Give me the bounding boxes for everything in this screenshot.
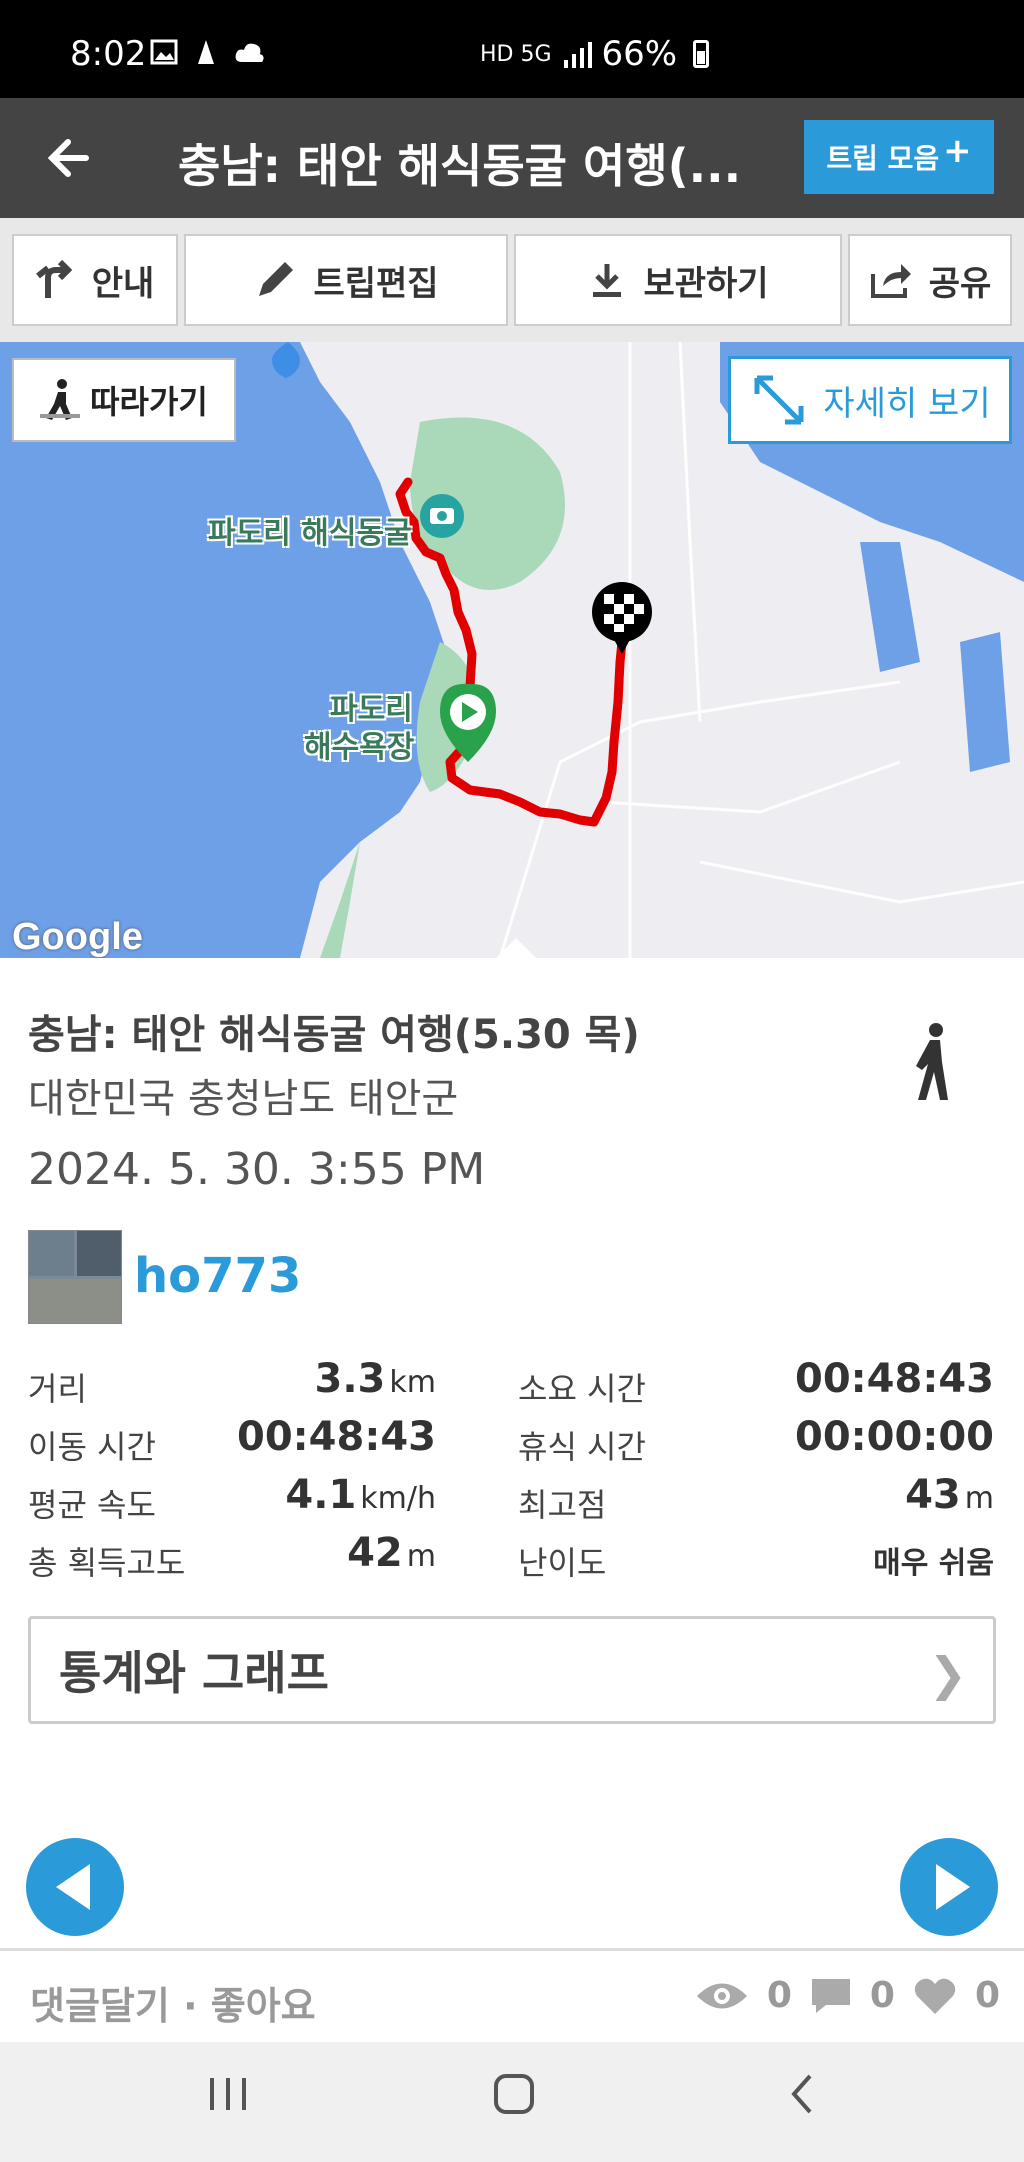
- battery-icon: [693, 40, 710, 68]
- camera-poi: [420, 494, 464, 538]
- walking-icon: [916, 1023, 948, 1100]
- cloud-icon: [235, 43, 264, 62]
- heart-icon: [914, 1978, 956, 2014]
- signal-icon: [563, 42, 592, 68]
- view-detail-label: 자세히 보기: [823, 383, 991, 424]
- stats-graph-button[interactable]: 통계와 그래프 ❯: [28, 1616, 996, 1724]
- follow-button[interactable]: 따라가기: [12, 358, 236, 442]
- social-counts: 0 0 0: [695, 1975, 1000, 2016]
- network-indicator: HD 5G: [480, 41, 552, 67]
- stats-table: 거리 3.3 km 소요 시간 00:48:43 이동 시간 00:48:43 휴…: [28, 1356, 996, 1588]
- likes-count: 0: [974, 1975, 1000, 2016]
- pencil-icon: [259, 262, 294, 296]
- google-attribution: Google: [12, 916, 143, 958]
- stats-row: 거리 3.3 km 소요 시간 00:48:43: [28, 1356, 996, 1414]
- duration-label: 소요 시간: [518, 1370, 646, 1408]
- stats-graph-label: 통계와 그래프: [59, 1646, 329, 1700]
- expand-icon: [754, 375, 804, 425]
- plus-icon: +: [943, 131, 972, 171]
- recent-apps-icon[interactable]: [206, 2072, 250, 2116]
- max-altitude-label: 최고점: [518, 1486, 607, 1524]
- app-header: 충남: 태안 해식동굴 여행(... 트립 모음 +: [0, 98, 1024, 218]
- status-bar: 8:02 HD 5G 66%: [0, 0, 1024, 98]
- avg-speed-value: 4.1 km/h: [285, 1472, 436, 1518]
- distance-value: 3.3 km: [314, 1356, 436, 1402]
- max-altitude-value: 43 m: [905, 1472, 994, 1518]
- map-pointer: [496, 938, 536, 958]
- gallery-icon: [150, 39, 178, 65]
- trip-datetime: 2024. 5. 30. 3:55 PM: [28, 1144, 486, 1195]
- elevation-gain-value: 42 m: [347, 1530, 436, 1576]
- next-trip-button[interactable]: [900, 1838, 998, 1936]
- comment-icon: [811, 1978, 850, 2013]
- distance-label: 거리: [28, 1370, 87, 1408]
- elevation-gain-label: 총 획득고도: [28, 1544, 186, 1582]
- route-map[interactable]: 파도리 해식동굴 파도리 해수욕장 따라가기 자세히 보기 Google: [0, 342, 1024, 958]
- rest-time-label: 휴식 시간: [518, 1428, 646, 1466]
- comment-like-link[interactable]: 댓글달기 · 좋아요: [30, 1975, 316, 2030]
- save-button[interactable]: 보관하기: [514, 234, 842, 326]
- place-label-cave: 파도리 해식동굴: [208, 516, 412, 551]
- views-count: 0: [766, 1975, 792, 2016]
- turn-arrow-icon: [35, 260, 72, 298]
- status-time: 8:02: [70, 34, 147, 74]
- back-icon[interactable]: [782, 2072, 826, 2116]
- difficulty-value: 매우 쉬움: [873, 1546, 994, 1581]
- moving-time-value: 00:48:43: [237, 1414, 436, 1460]
- username-link[interactable]: ho773: [134, 1248, 301, 1304]
- share-button[interactable]: 공유: [848, 234, 1012, 326]
- duration-value: 00:48:43: [795, 1356, 994, 1402]
- trip-collection-button[interactable]: 트립 모음 +: [804, 120, 994, 194]
- stats-row: 평균 속도 4.1 km/h 최고점 43 m: [28, 1472, 996, 1530]
- rest-time-value: 00:00:00: [795, 1414, 994, 1460]
- hiker-icon: [40, 379, 81, 420]
- notification-icons: [150, 38, 266, 66]
- edit-trip-button[interactable]: 트립편집: [184, 234, 508, 326]
- page-title: 충남: 태안 해식동굴 여행(...: [178, 139, 738, 193]
- difficulty-label: 난이도: [518, 1544, 607, 1582]
- avg-speed-label: 평균 속도: [28, 1486, 156, 1524]
- action-toolbar: 안내 트립편집 보관하기 공유: [0, 218, 1024, 342]
- edit-trip-label: 트립편집: [313, 263, 439, 304]
- save-label: 보관하기: [643, 263, 769, 304]
- follow-label: 따라가기: [90, 383, 208, 421]
- battery-percent: 66%: [601, 34, 678, 74]
- play-left-icon: [56, 1864, 90, 1910]
- system-navigation-bar: [0, 2042, 1024, 2162]
- share-icon: [870, 264, 911, 298]
- status-right: HD 5G 66%: [480, 34, 710, 74]
- guide-label: 안내: [91, 263, 155, 304]
- chevron-right-icon: ❯: [928, 1647, 967, 1701]
- download-icon: [593, 264, 622, 297]
- social-footer: 댓글달기 · 좋아요 0 0 0: [0, 1948, 1024, 2042]
- stats-row: 총 획득고도 42 m 난이도 매우 쉬움: [28, 1530, 996, 1588]
- trip-location: 대한민국 충청남도 태안군: [28, 1076, 459, 1122]
- app-notification-icon: [198, 40, 214, 64]
- back-arrow-icon[interactable]: [46, 128, 94, 201]
- play-right-icon: [936, 1864, 970, 1910]
- trip-title: 충남: 태안 해식동굴 여행(5.30 목): [28, 1012, 640, 1058]
- home-icon[interactable]: [492, 2072, 536, 2116]
- view-detail-button[interactable]: 자세히 보기: [728, 356, 1012, 444]
- user-avatar[interactable]: [28, 1230, 122, 1324]
- comments-count: 0: [869, 1975, 895, 2016]
- share-label: 공유: [928, 263, 992, 304]
- trip-collection-label: 트립 모음: [826, 142, 940, 175]
- guide-button[interactable]: 안내: [12, 234, 178, 326]
- stats-row: 이동 시간 00:48:43 휴식 시간 00:00:00: [28, 1414, 996, 1472]
- previous-trip-button[interactable]: [26, 1838, 124, 1936]
- eye-icon: [696, 1983, 747, 2008]
- moving-time-label: 이동 시간: [28, 1428, 156, 1466]
- place-label-beach-2: 해수욕장: [304, 730, 415, 765]
